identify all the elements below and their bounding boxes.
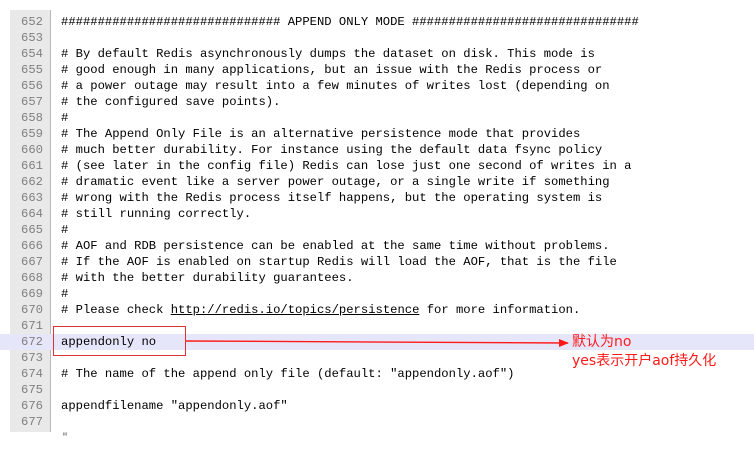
annotation-note-2: yes表示开户aof持久化: [572, 353, 717, 369]
annotation-note-1: 默认为no: [572, 334, 632, 350]
annotation-arrow: [185, 338, 569, 347]
code-editor[interactable]: 652 ############################## APPEND…: [0, 0, 754, 444]
arrow-line: [185, 338, 569, 347]
trailing-char: ": [62, 433, 69, 444]
